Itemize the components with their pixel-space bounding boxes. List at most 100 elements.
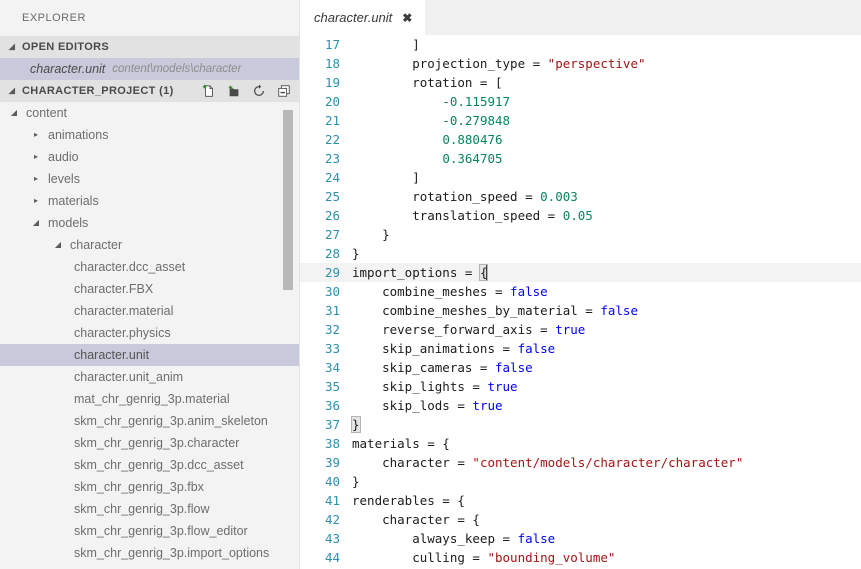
code-token-plain: translation_speed = [352, 208, 563, 223]
tree-folder-row[interactable]: ▸ animations [0, 124, 299, 146]
code-token-plain: reverse_forward_axis = [352, 322, 556, 337]
line-number: 27 [300, 225, 352, 244]
code-line[interactable]: 39 character = "content/models/character… [300, 453, 861, 472]
code-line[interactable]: 28} [300, 244, 861, 263]
code-line-text: combine_meshes = false [352, 282, 861, 301]
code-line-text: ] [352, 168, 861, 187]
line-number: 42 [300, 510, 352, 529]
new-folder-icon[interactable] [227, 84, 241, 98]
code-line[interactable]: 30 combine_meshes = false [300, 282, 861, 301]
line-number: 34 [300, 358, 352, 377]
tree-row-label: audio [48, 150, 79, 164]
code-line[interactable]: 29 import_options = { [300, 263, 861, 282]
project-label: CHARACTER_PROJECT (1) [22, 85, 174, 97]
code-content[interactable]: 17 ] 18 projection_type = "perspective" 19… [300, 35, 861, 569]
chevron-down-icon: ◢ [8, 86, 16, 95]
code-line[interactable]: 38 materials = { [300, 434, 861, 453]
tree-file-row[interactable]: skm_chr_genrig_3p.dcc_asset [0, 454, 299, 476]
code-line[interactable]: 26 translation_speed = 0.05 [300, 206, 861, 225]
code-line[interactable]: 20 -0.115917 [300, 92, 861, 111]
tree-file-row[interactable]: skm_chr_genrig_3p.import_options [0, 542, 299, 564]
code-token-plain: rotation = [ [352, 75, 503, 90]
code-line[interactable]: 33 skip_animations = false [300, 339, 861, 358]
code-line[interactable]: 43 always_keep = false [300, 529, 861, 548]
code-line[interactable]: 32 reverse_forward_axis = true [300, 320, 861, 339]
tree-folder-row[interactable]: ▸ levels [0, 168, 299, 190]
tree-file-row[interactable]: skm_chr_genrig_3p.physics [0, 564, 299, 569]
tree-row-label: materials [48, 194, 99, 208]
code-line[interactable]: 19 rotation = [ [300, 73, 861, 92]
tree-row-label: skm_chr_genrig_3p.flow_editor [74, 524, 248, 538]
tree-folder-row[interactable]: ▸ materials [0, 190, 299, 212]
tree-file-row[interactable]: character.unit_anim [0, 366, 299, 388]
code-line[interactable]: 21 -0.279848 [300, 111, 861, 130]
code-line-text: skip_lods = true [352, 396, 861, 415]
code-token-bool: false [495, 360, 533, 375]
tree-file-row[interactable]: skm_chr_genrig_3p.fbx [0, 476, 299, 498]
code-token-plain: culling = [352, 550, 488, 565]
tree-folder-row[interactable]: ◢ character [0, 234, 299, 256]
code-line[interactable]: 37} [300, 415, 861, 434]
tree-file-row[interactable]: skm_chr_genrig_3p.flow [0, 498, 299, 520]
code-line[interactable]: 25 rotation_speed = 0.003 [300, 187, 861, 206]
tree-file-row[interactable]: character.dcc_asset [0, 256, 299, 278]
vscode-window: EXPLORER ◢ OPEN EDITORS character.unit c… [0, 0, 861, 569]
tree-file-row[interactable]: skm_chr_genrig_3p.character [0, 432, 299, 454]
tree-file-row[interactable]: skm_chr_genrig_3p.anim_skeleton [0, 410, 299, 432]
chevron-down-icon: ◢ [32, 218, 40, 227]
code-line[interactable]: 24 ] [300, 168, 861, 187]
code-line[interactable]: 17 ] [300, 35, 861, 54]
code-line[interactable]: 18 projection_type = "perspective" [300, 54, 861, 73]
code-token-plain: } [352, 227, 390, 242]
code-line[interactable]: 22 0.880476 [300, 130, 861, 149]
line-number: 20 [300, 92, 352, 111]
code-line[interactable]: 31 combine_meshes_by_material = false [300, 301, 861, 320]
explorer-sidebar: EXPLORER ◢ OPEN EDITORS character.unit c… [0, 0, 300, 569]
code-token-num: -0.115917 [442, 94, 511, 109]
code-token-plain: materials = { [352, 436, 450, 451]
code-line[interactable]: 27 } [300, 225, 861, 244]
project-section-header[interactable]: ◢ CHARACTER_PROJECT (1) [0, 80, 299, 102]
tree-file-row[interactable]: character.physics [0, 322, 299, 344]
explorer-title: EXPLORER [0, 0, 299, 36]
tree-file-row[interactable]: character.material [0, 300, 299, 322]
open-editors-section-header[interactable]: ◢ OPEN EDITORS [0, 36, 299, 58]
line-number: 44 [300, 548, 352, 567]
code-line[interactable]: 34 skip_cameras = false [300, 358, 861, 377]
tree-file-row[interactable]: character.FBX [0, 278, 299, 300]
tree-folder-row[interactable]: ▸ audio [0, 146, 299, 168]
refresh-icon[interactable] [252, 84, 266, 98]
code-line[interactable]: 23 0.364705 [300, 149, 861, 168]
tree-row-label: animations [48, 128, 109, 142]
tree-row-label: character [70, 238, 123, 252]
tree-row-label: models [48, 216, 89, 230]
chevron-down-icon: ◢ [54, 240, 62, 249]
tree-file-row[interactable]: skm_chr_genrig_3p.flow_editor [0, 520, 299, 542]
new-file-icon[interactable] [202, 84, 216, 98]
code-token-plain: ] [352, 37, 420, 52]
code-line-text: projection_type = "perspective" [352, 54, 861, 73]
collapse-all-icon[interactable] [277, 84, 291, 98]
tree-folder-row[interactable]: ◢ content [0, 102, 299, 124]
tree-file-row[interactable]: character.unit [0, 344, 299, 366]
line-number: 31 [300, 301, 352, 320]
code-line[interactable]: 41 renderables = { [300, 491, 861, 510]
chevron-right-icon: ▸ [33, 196, 38, 205]
tree-file-row[interactable]: mat_chr_genrig_3p.material [0, 388, 299, 410]
tree-folder-row[interactable]: ◢ models [0, 212, 299, 234]
code-line-text: 0.364705 [352, 149, 861, 168]
tree-row-label: skm_chr_genrig_3p.fbx [74, 480, 204, 494]
file-tree: ◢ content ▸ animations ▸ audio ▸ levels ▸ materia… [0, 102, 299, 569]
code-line[interactable]: 35 skip_lights = true [300, 377, 861, 396]
open-editor-item-character-unit[interactable]: character.unit content\models\character [0, 58, 299, 80]
code-line[interactable]: 40} [300, 472, 861, 491]
line-number: 23 [300, 149, 352, 168]
close-icon[interactable]: ✖ [402, 11, 412, 25]
open-editor-name: character.unit [30, 62, 106, 76]
code-line[interactable]: 42 character = { [300, 510, 861, 529]
code-line[interactable]: 44 culling = "bounding_volume" [300, 548, 861, 567]
code-line-text: 0.880476 [352, 130, 861, 149]
tab-character-unit[interactable]: character.unit ✖ [300, 0, 426, 35]
sidebar-scrollbar-thumb[interactable] [283, 110, 293, 290]
code-line[interactable]: 36 skip_lods = true [300, 396, 861, 415]
